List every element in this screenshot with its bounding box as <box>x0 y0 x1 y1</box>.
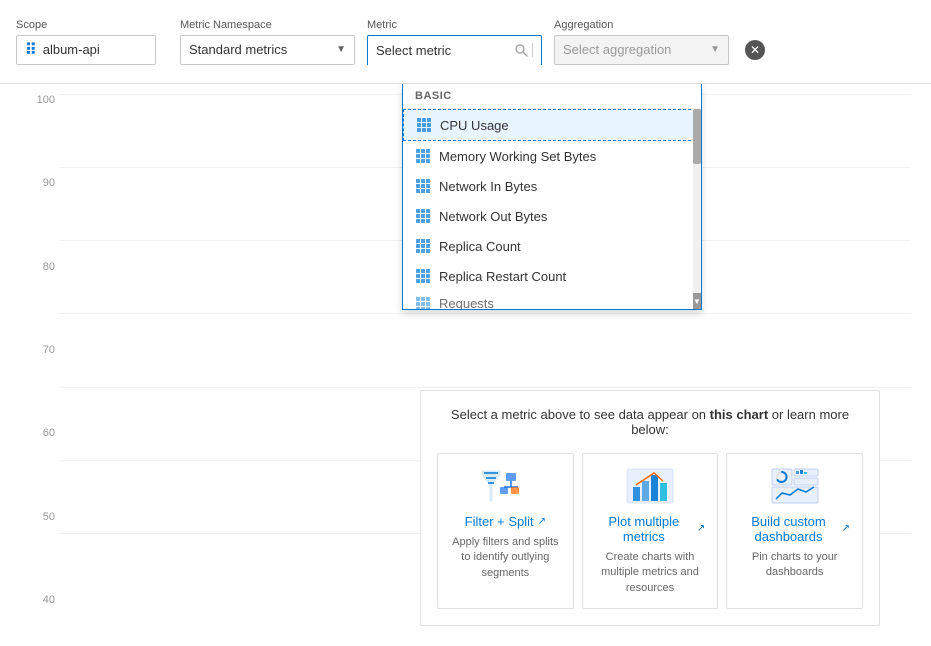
dashboards-icon <box>739 466 850 506</box>
filter-split-link[interactable]: Filter + Split ↗ <box>450 514 561 529</box>
aggregation-dropdown[interactable]: Select aggregation ▼ <box>554 35 729 65</box>
metric-dropdown-list: BASIC CPU Usage <box>402 84 702 310</box>
dropdown-item-replica-restart[interactable]: Replica Restart Count <box>403 261 701 291</box>
scope-filter: Scope ⠿ album-api <box>16 19 156 65</box>
build-dashboards-link[interactable]: Build custom dashboards ↗ <box>739 514 850 544</box>
plot-multiple-link[interactable]: Plot multiple metrics ↗ <box>595 514 706 544</box>
aggregation-placeholder: Select aggregation <box>563 42 671 57</box>
network-out-icon <box>415 208 431 224</box>
dropdown-item-label: Network In Bytes <box>439 179 537 194</box>
scope-value: album-api <box>43 42 100 57</box>
build-dashboards-desc: Pin charts to your dashboards <box>739 550 850 581</box>
filter-bar: Scope ⠿ album-api Metric Namespace Stand… <box>0 0 931 84</box>
scrollbar-track[interactable]: ▼ <box>693 109 701 309</box>
dropdown-item-label: Requests <box>439 296 494 309</box>
dropdown-item-label: Memory Working Set Bytes <box>439 149 596 164</box>
metric-filter: Metric Select metric <box>367 19 542 65</box>
grid-line-5 <box>60 387 911 388</box>
metric-placeholder: Select metric <box>376 43 451 58</box>
info-title-prefix: Select a metric above to see data appear… <box>451 407 710 422</box>
info-cards: Filter + Split ↗ Apply filters and split… <box>437 453 863 609</box>
aggregation-arrow-icon: ▼ <box>710 44 720 55</box>
dropdown-item-network-in[interactable]: Network In Bytes <box>403 171 701 201</box>
aggregation-filter: Aggregation Select aggregation ▼ <box>554 19 729 65</box>
y-label-50: 50 <box>43 511 55 523</box>
grid-line-4 <box>60 313 911 314</box>
filter-split-card[interactable]: Filter + Split ↗ Apply filters and split… <box>437 453 574 609</box>
metric-label: Metric <box>367 19 542 31</box>
scope-input[interactable]: ⠿ album-api <box>16 35 156 65</box>
build-dashboards-card[interactable]: Build custom dashboards ↗ Pin charts to … <box>726 453 863 609</box>
plot-multiple-card[interactable]: Plot multiple metrics ↗ Create charts wi… <box>582 453 719 609</box>
plot-multiple-label: Plot multiple metrics <box>595 514 693 544</box>
filter-split-external-icon: ↗ <box>538 516 546 527</box>
metric-namespace-dropdown[interactable]: Standard metrics ▼ <box>180 35 355 65</box>
plot-multiple-external-icon: ↗ <box>697 523 705 534</box>
metric-namespace-label: Metric Namespace <box>180 19 355 31</box>
scrollbar-down-arrow[interactable]: ▼ <box>693 293 701 309</box>
y-label-70: 70 <box>43 344 55 356</box>
dropdown-item-requests[interactable]: Requests <box>403 291 701 309</box>
scope-dots-icon: ⠿ <box>25 40 37 60</box>
aggregation-label: Aggregation <box>554 19 729 31</box>
y-label-90: 90 <box>43 177 55 189</box>
requests-icon <box>415 296 431 309</box>
info-title-bold: this chart <box>710 407 769 422</box>
y-label-60: 60 <box>43 427 55 439</box>
y-label-100: 100 <box>37 94 55 106</box>
dropdown-item-label: Replica Count <box>439 239 521 254</box>
dropdown-item-network-out[interactable]: Network Out Bytes <box>403 201 701 231</box>
info-title: Select a metric above to see data appear… <box>437 407 863 437</box>
replica-count-icon <box>415 238 431 254</box>
dropdown-item-cpu-usage[interactable]: CPU Usage <box>403 109 701 141</box>
filter-split-desc: Apply filters and splits to identify out… <box>450 535 561 581</box>
metric-dropdown[interactable]: Select metric <box>367 35 542 65</box>
build-dashboards-label: Build custom dashboards <box>739 514 837 544</box>
dropdown-item-label: Network Out Bytes <box>439 209 547 224</box>
cpu-usage-icon <box>416 117 432 133</box>
network-in-icon <box>415 178 431 194</box>
main-container: Scope ⠿ album-api Metric Namespace Stand… <box>0 0 931 646</box>
filter-split-label: Filter + Split <box>465 514 534 529</box>
dropdown-items-container: CPU Usage Memory Wor <box>403 109 701 309</box>
memory-icon <box>415 148 431 164</box>
info-section: Select a metric above to see data appear… <box>420 390 880 626</box>
dropdown-item-replica-count[interactable]: Replica Count <box>403 231 701 261</box>
dropdown-section-header: BASIC <box>403 84 701 109</box>
scrollbar-thumb[interactable] <box>693 109 701 164</box>
plot-multiple-icon <box>595 466 706 506</box>
scope-label: Scope <box>16 19 156 31</box>
dropdown-item-label: CPU Usage <box>440 118 509 133</box>
y-axis: 100 90 80 70 60 50 40 <box>10 94 55 606</box>
close-button[interactable]: ✕ <box>745 40 765 60</box>
build-dashboards-external-icon: ↗ <box>842 523 850 534</box>
plot-multiple-desc: Create charts with multiple metrics and … <box>595 550 706 596</box>
y-label-40: 40 <box>43 594 55 606</box>
metric-namespace-filter: Metric Namespace Standard metrics ▼ <box>180 19 355 65</box>
replica-restart-icon <box>415 268 431 284</box>
metric-namespace-arrow-icon: ▼ <box>336 44 346 55</box>
filter-split-icon <box>450 466 561 506</box>
dropdown-item-label: Replica Restart Count <box>439 269 566 284</box>
dropdown-item-memory[interactable]: Memory Working Set Bytes <box>403 141 701 171</box>
search-icon <box>514 43 533 57</box>
metric-namespace-value: Standard metrics <box>189 42 287 57</box>
y-label-80: 80 <box>43 261 55 273</box>
